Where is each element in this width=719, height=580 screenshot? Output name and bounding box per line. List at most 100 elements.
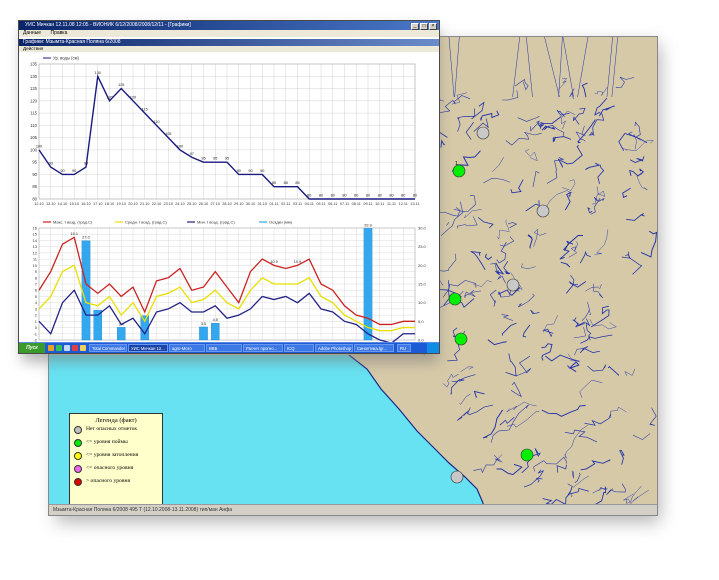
x-tick-label: 28.10 <box>222 202 232 206</box>
river-line <box>465 121 474 140</box>
task-uis-michkan[interactable]: УИС Мичкан 12... <box>128 344 168 352</box>
river-line <box>442 373 459 388</box>
menu-item-edit[interactable]: Правка <box>50 30 67 36</box>
river-line <box>477 217 494 229</box>
legend-label: > опасного уровня <box>86 478 131 484</box>
y-tick-label: 95 <box>32 160 37 165</box>
river-line <box>611 37 618 98</box>
charts-area: 80 85 90 95 100 105 110 115 120 125 130 135 12.10 13.… <box>19 52 439 342</box>
x-tick-label: 29.10 <box>234 202 244 206</box>
legend-precip-label: Осадки (мм) <box>269 220 293 225</box>
menu-item-data[interactable]: Данные <box>23 30 41 36</box>
river-line <box>507 222 518 228</box>
window-title-bar[interactable]: УИС Мичкан 12.11.08 12:05 - ВИОНИК 6/12/… <box>19 21 439 30</box>
river-line <box>482 409 504 439</box>
y-tick-label: 10 <box>33 263 38 268</box>
y2-tick-label: 20.0 <box>418 263 427 268</box>
river-line <box>542 328 554 338</box>
river-line <box>450 379 465 395</box>
river-line <box>564 235 583 252</box>
x-tick-label: 07.11 <box>340 202 349 206</box>
y-tick-label: 135 <box>30 62 38 67</box>
browser-icon[interactable] <box>48 345 54 351</box>
river-line <box>456 404 494 421</box>
river-line <box>587 207 593 214</box>
start-button[interactable]: Пуск <box>19 343 45 353</box>
system-tray[interactable] <box>427 343 439 353</box>
red-circle-icon <box>74 478 82 486</box>
river-line <box>517 293 535 308</box>
y-tick-label: 1 <box>35 319 38 324</box>
river-line <box>588 111 605 136</box>
language-indicator[interactable]: RU <box>397 344 411 352</box>
x-tick-label: 23.10 <box>163 202 173 206</box>
river-line <box>622 187 631 199</box>
data-label: 27.0 <box>82 236 89 240</box>
window-controls: _ □ × <box>410 22 437 30</box>
river-line <box>499 236 515 247</box>
data-label: 85 <box>284 181 288 185</box>
task-icq[interactable]: ICQ <box>284 344 314 352</box>
data-label: 95 <box>213 157 217 161</box>
charts-svg: 8085909510010511011512012513013512.10 13.… <box>30 56 427 342</box>
task-forecast[interactable]: Расчет прогно... <box>243 344 283 352</box>
x-tick-label: 06.11 <box>328 202 337 206</box>
river-line <box>594 97 608 116</box>
task-sinoptika[interactable]: Синоптика.lgr... <box>354 344 394 352</box>
folder-icon[interactable] <box>80 345 86 351</box>
river-line <box>492 157 504 172</box>
river-network <box>410 37 657 515</box>
media-icon[interactable] <box>72 345 78 351</box>
maximize-button[interactable]: □ <box>420 23 428 30</box>
minimize-button[interactable]: _ <box>411 23 419 30</box>
river-line <box>517 115 540 122</box>
river-line <box>510 179 524 194</box>
data-label: 95 <box>225 157 229 161</box>
y-tick-label: 12 <box>33 250 38 255</box>
river-line <box>594 229 609 255</box>
data-label: 80 <box>389 194 393 198</box>
task-agro-moto[interactable]: agro-Мото <box>169 344 205 352</box>
legend-item-danger-below: <= опасного уровня <box>70 463 162 476</box>
desktop-icon[interactable] <box>64 345 70 351</box>
close-button[interactable]: × <box>429 23 437 30</box>
task-vvb[interactable]: ВВБ <box>206 344 242 352</box>
legend-item-danger-above: > опасного уровня <box>70 476 162 489</box>
river-line <box>510 381 522 398</box>
data-label: 115 <box>142 108 148 112</box>
inner-window-title[interactable]: Графики: Мзымта-Красная Поляна 6/2008 <box>19 39 439 46</box>
river-line <box>473 458 498 474</box>
river-line <box>506 401 537 413</box>
data-label: 80 <box>366 194 370 198</box>
river-line <box>615 76 635 88</box>
river-line <box>515 355 532 377</box>
task-photoshop[interactable]: Adobe Photoshop <box>315 344 353 352</box>
data-label: 90 <box>72 169 76 173</box>
river-line <box>606 483 626 495</box>
x-tick-label: 18.10 <box>105 202 115 206</box>
river-line <box>487 339 507 346</box>
river-line <box>446 222 450 226</box>
river-line <box>629 156 645 163</box>
river-line <box>621 254 631 259</box>
river-line <box>460 366 475 373</box>
explorer-icon[interactable] <box>56 345 62 351</box>
legend-label: <= уровня затопления <box>86 452 139 458</box>
gray-circle-icon <box>74 426 82 434</box>
menu-bar: Данные Правка <box>19 30 439 37</box>
river-line <box>512 37 520 98</box>
magenta-circle-icon <box>74 465 82 473</box>
river-line <box>610 406 627 418</box>
river-line <box>448 37 455 98</box>
task-total-commander[interactable]: Total Commander <box>89 344 127 352</box>
river-line <box>580 459 611 471</box>
river-line <box>597 164 605 184</box>
river-line <box>454 37 460 98</box>
data-label: 120 <box>106 95 112 99</box>
data-label: 3.4 <box>119 322 124 326</box>
gauge-station-6 <box>454 332 468 346</box>
river-line <box>502 90 519 101</box>
y-tick-label: 105 <box>30 135 38 140</box>
river-line <box>542 493 571 506</box>
river-line <box>559 240 574 260</box>
